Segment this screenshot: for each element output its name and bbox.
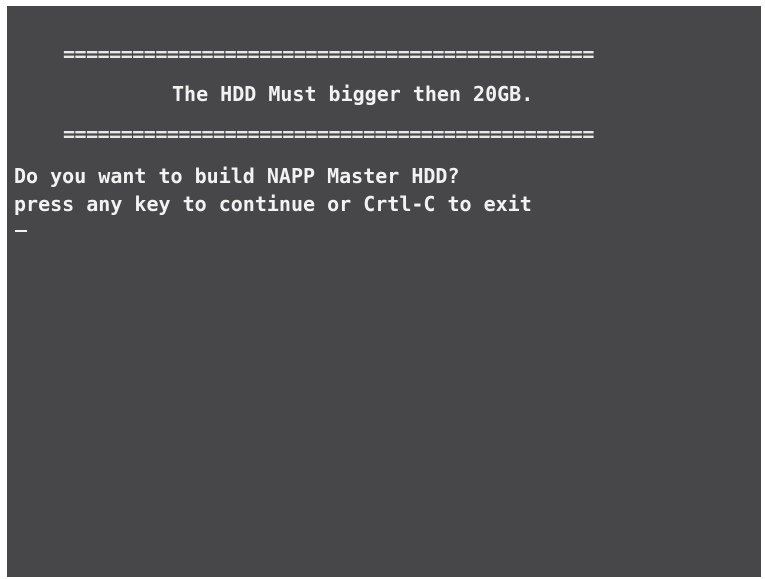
requirement-title: The HDD Must bigger then 20GB. (172, 82, 534, 106)
separator-bottom: ========================================… (63, 122, 594, 146)
separator-top: ========================================… (63, 42, 594, 66)
prompt-instruction: press any key to continue or Crtl-C to e… (14, 192, 532, 216)
text-cursor (15, 230, 27, 232)
console-screen[interactable]: ========================================… (7, 6, 761, 577)
prompt-question: Do you want to build NAPP Master HDD? (14, 164, 460, 188)
